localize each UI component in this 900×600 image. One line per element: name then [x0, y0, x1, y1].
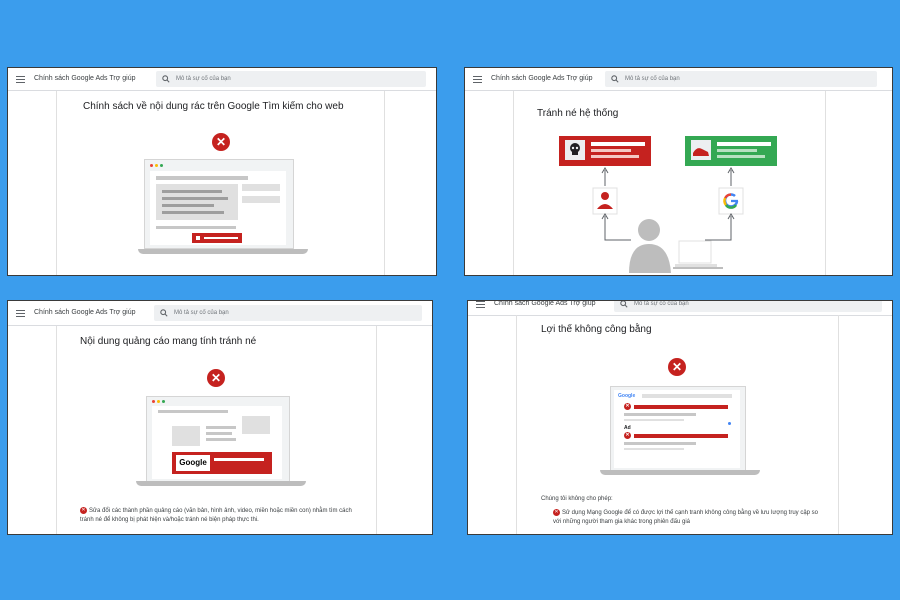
search-icon: [162, 70, 170, 88]
menu-icon[interactable]: [473, 76, 482, 83]
search-input[interactable]: Mô tả sự cố của bạn: [605, 71, 877, 87]
page-title: Chính sách về nội dung rác trên Google T…: [83, 101, 344, 112]
allowed-ad-card: [685, 136, 777, 166]
collage-background: { "help_header": { "brand": "Chính sách …: [0, 0, 900, 600]
unfair-ad-bar: [634, 405, 728, 409]
help-header: Chính sách Google Ads Trợ giúp Mô tả sự …: [465, 68, 892, 91]
unfair-ad-bar: [634, 434, 728, 438]
help-brand[interactable]: Chính sách Google Ads Trợ giúp: [34, 309, 135, 316]
menu-icon[interactable]: [16, 310, 25, 317]
evasion-diagram: [559, 136, 777, 273]
close-icon: ✕: [212, 133, 230, 151]
help-header: Chính sách Google Ads Trợ giúp Mô tả sự …: [468, 301, 892, 316]
menu-icon[interactable]: [476, 301, 485, 308]
menu-icon[interactable]: [16, 76, 25, 83]
search-icon: [611, 70, 619, 88]
close-icon: ✕: [80, 507, 87, 514]
search-placeholder: Mô tả sự cố của bạn: [625, 76, 680, 82]
search-icon: [620, 301, 628, 313]
user-silhouette-icon: [629, 219, 723, 273]
close-icon: ✕: [553, 509, 560, 516]
page-title: Nội dung quảng cáo mang tính tránh né: [80, 336, 257, 347]
laptop-illustration: Google: [136, 396, 306, 491]
violating-ad-card: [559, 136, 651, 166]
laptop-illustration: Google ✕ Ad ✕: [600, 386, 760, 478]
content-divider: [838, 315, 839, 534]
content-divider: [376, 326, 377, 534]
page-title: Lợi thế không công bằng: [541, 324, 652, 335]
page-title: Tránh né hệ thống: [537, 108, 619, 119]
policy-bullet: ✕ Sử dụng Mạng Google để có được lợi thế …: [553, 509, 819, 526]
content-divider: [516, 315, 517, 534]
content-divider: [825, 91, 826, 275]
help-header: Chính sách Google Ads Trợ giúp Mô tả sự …: [8, 68, 436, 91]
logo-text: Google: [176, 455, 210, 471]
content-divider: [56, 91, 57, 275]
close-icon: ✕: [668, 358, 686, 376]
search-input[interactable]: Mô tả sự cố của bạn: [614, 301, 882, 313]
laptop-illustration: [138, 156, 308, 260]
google-g-icon: [718, 187, 744, 215]
panel-system-evasion: Chính sách Google Ads Trợ giúp Mô tả sự …: [464, 67, 893, 276]
help-header: Chính sách Google Ads Trợ giúp Mô tả sự …: [8, 301, 432, 326]
panel-evasive-ad-content: Chính sách Google Ads Trợ giúp Mô tả sự …: [7, 300, 433, 535]
content-divider: [384, 91, 385, 275]
google-mini-logo: Google: [618, 393, 636, 399]
policy-intro: Chúng tôi không cho phép:: [541, 496, 613, 502]
content-divider: [56, 326, 57, 534]
panel-spam-policy: Chính sách Google Ads Trợ giúp Mô tả sự …: [7, 67, 437, 276]
search-input[interactable]: Mô tả sự cố của bạn: [156, 71, 426, 87]
person-icon: [592, 187, 618, 215]
policy-bullet: ✕ Sửa đổi các thành phần quảng cáo (văn b…: [80, 507, 352, 524]
search-icon: [160, 304, 168, 322]
search-placeholder: Mô tả sự cố của bạn: [174, 310, 229, 316]
ad-label: Ad: [624, 425, 631, 431]
help-brand[interactable]: Chính sách Google Ads Trợ giúp: [491, 75, 592, 82]
content-divider: [513, 91, 514, 275]
help-brand[interactable]: Chính sách Google Ads Trợ giúp: [494, 301, 595, 307]
search-input[interactable]: Mô tả sự cố của bạn: [154, 305, 422, 321]
search-placeholder: Mô tả sự cố của bạn: [176, 76, 231, 82]
panel-unfair-advantage: Chính sách Google Ads Trợ giúp Mô tả sự …: [467, 300, 893, 535]
help-brand[interactable]: Chính sách Google Ads Trợ giúp: [34, 75, 135, 82]
search-placeholder: Mô tả sự cố của bạn: [634, 301, 689, 307]
close-icon: ✕: [207, 369, 225, 387]
